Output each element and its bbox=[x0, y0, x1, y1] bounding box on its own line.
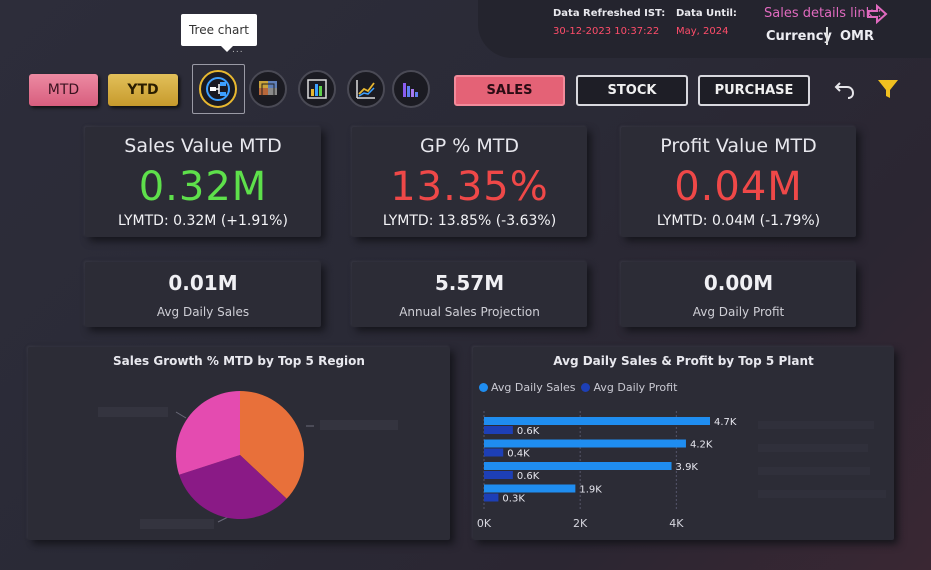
matrix-icon[interactable] bbox=[249, 70, 287, 108]
x-tick-label: 2K bbox=[573, 517, 588, 530]
bar-avg-daily-sales[interactable] bbox=[484, 439, 686, 448]
ytd-button[interactable]: YTD bbox=[108, 74, 178, 106]
bar-avg-daily-profit[interactable] bbox=[484, 493, 499, 502]
kpi-card-avg-daily-profit: 0.00M Avg Daily Profit bbox=[621, 262, 856, 327]
bar-data-label: 4.2K bbox=[690, 440, 713, 451]
tab-purchase[interactable]: PURCHASE bbox=[698, 75, 810, 106]
bar-avg-daily-sales[interactable] bbox=[484, 484, 576, 493]
kpi-title: Sales Value MTD bbox=[124, 135, 282, 157]
tab-sales[interactable]: SALES bbox=[454, 75, 565, 106]
bar-data-label: 0.6K bbox=[517, 426, 540, 437]
line-chart-icon[interactable] bbox=[347, 70, 385, 108]
pie-chart-card: Sales Growth % MTD by Top 5 Region bbox=[28, 347, 450, 540]
until-label: Data Until: bbox=[676, 8, 737, 19]
kpi-title: GP % MTD bbox=[420, 135, 519, 157]
currency-value: OMR bbox=[840, 29, 874, 44]
bar-chart-icon[interactable] bbox=[392, 70, 430, 108]
tree-chart-icon[interactable] bbox=[199, 70, 237, 108]
bar-chart[interactable]: 0K 2K 4K 4.7K 0.6K 4.2K 0.4K 3.9K 0.6K 1.9K 0.3K bbox=[473, 347, 894, 540]
mtd-button[interactable]: MTD bbox=[29, 74, 98, 106]
pie-chart[interactable] bbox=[28, 347, 450, 540]
kpi-comparison: LYMTD: 0.04M (-1.79%) bbox=[656, 213, 821, 229]
currency-divider bbox=[826, 27, 828, 45]
kpi-label: Avg Daily Sales bbox=[156, 305, 250, 319]
bar-data-label: 4.7K bbox=[714, 417, 737, 428]
undo-icon[interactable] bbox=[834, 78, 856, 100]
currency-label: Currency bbox=[766, 29, 832, 44]
sales-details-link[interactable]: Sales details link : bbox=[764, 6, 882, 21]
kpi-value: 0.04M bbox=[674, 164, 803, 210]
kpi-comparison: LYMTD: 13.85% (-3.63%) bbox=[382, 213, 557, 229]
tooltip-text: Tree chart bbox=[188, 23, 249, 37]
bar-avg-daily-sales[interactable] bbox=[484, 417, 710, 425]
bar-data-label: 0.6K bbox=[517, 471, 540, 482]
tab-stock[interactable]: STOCK bbox=[576, 75, 688, 106]
tooltip: Tree chart bbox=[181, 14, 257, 52]
bar-avg-daily-profit[interactable] bbox=[484, 426, 513, 434]
refreshed-label: Data Refreshed IST: bbox=[553, 8, 666, 19]
kpi-comparison: LYMTD: 0.32M (+1.91%) bbox=[118, 213, 288, 229]
kpi-card-avg-daily-sales: 0.01M Avg Daily Sales bbox=[85, 262, 321, 327]
column-chart-icon[interactable] bbox=[298, 70, 336, 108]
bar-chart-card: Avg Daily Sales & Profit by Top 5 Plant … bbox=[473, 347, 894, 540]
refreshed-value: 30-12-2023 10:37:22 bbox=[553, 26, 660, 37]
bar-data-label: 3.9K bbox=[676, 462, 699, 473]
bar-data-label: 1.9K bbox=[579, 485, 602, 496]
kpi-value: 0.00M bbox=[703, 271, 774, 295]
kpi-card-profit-value: Profit Value MTD 0.04M LYMTD: 0.04M (-1.… bbox=[621, 127, 856, 237]
x-tick-label: 0K bbox=[477, 517, 492, 530]
kpi-label: Avg Daily Profit bbox=[692, 305, 785, 319]
bar-data-label: 0.4K bbox=[507, 449, 530, 460]
until-value: May, 2024 bbox=[676, 26, 729, 37]
filter-icon[interactable] bbox=[876, 77, 900, 101]
kpi-value: 5.57M bbox=[434, 271, 505, 295]
kpi-value: 0.01M bbox=[168, 271, 238, 295]
kpi-card-annual-projection: 5.57M Annual Sales Projection bbox=[352, 262, 587, 327]
bar-avg-daily-profit[interactable] bbox=[484, 448, 504, 457]
kpi-value: 13.35% bbox=[390, 164, 549, 210]
kpi-label: Annual Sales Projection bbox=[399, 305, 540, 319]
kpi-value: 0.32M bbox=[138, 164, 268, 210]
kpi-card-sales-value: Sales Value MTD 0.32M LYMTD: 0.32M (+1.9… bbox=[85, 127, 321, 237]
bar-data-label: 0.3K bbox=[502, 494, 525, 505]
kpi-card-gp-percent: GP % MTD 13.35% LYMTD: 13.85% (-3.63%) bbox=[352, 127, 587, 237]
more-options[interactable]: ... bbox=[232, 45, 244, 55]
bar-avg-daily-sales[interactable] bbox=[484, 462, 672, 470]
arrow-right-icon[interactable] bbox=[866, 4, 888, 24]
bar-avg-daily-profit[interactable] bbox=[484, 471, 513, 479]
x-tick-label: 4K bbox=[669, 517, 684, 530]
kpi-title: Profit Value MTD bbox=[660, 135, 817, 157]
